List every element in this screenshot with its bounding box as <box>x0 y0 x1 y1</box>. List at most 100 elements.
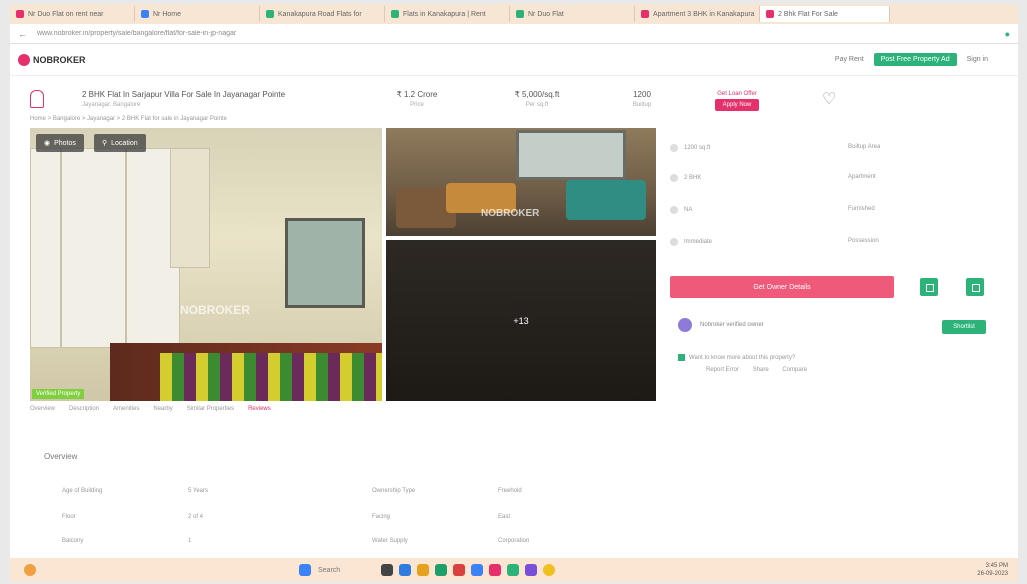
camera-icon: ◉ <box>44 140 51 147</box>
site-header: NOBROKER Pay Rent Post Free Property Ad … <box>10 44 1018 76</box>
tab-nearby[interactable]: Nearby <box>153 406 172 412</box>
app-icon[interactable] <box>435 564 447 576</box>
property-subtitle: Jayanagar, Bangalore <box>82 102 141 108</box>
shortlist-button[interactable]: Shortlist <box>942 320 986 334</box>
app-icon[interactable] <box>453 564 465 576</box>
favicon-icon <box>516 10 524 18</box>
browser-tab[interactable]: Kanakapura Road Flats for <box>260 6 385 22</box>
sign-in-link[interactable]: Sign in <box>967 56 988 63</box>
overview-value: 1 <box>188 538 192 544</box>
compare-link[interactable]: Compare <box>782 367 807 373</box>
app-icon[interactable] <box>507 564 519 576</box>
browser-tab-label: Nr Home <box>153 10 182 18</box>
calendar-icon <box>670 238 678 246</box>
browser-tab-label: Nr Duo Flat <box>528 10 564 18</box>
favicon-icon <box>266 10 274 18</box>
overview-heading: Overview <box>44 452 78 461</box>
overview-label: Ownership Type <box>372 488 416 494</box>
overview-value: 5 Years <box>188 488 209 494</box>
help-section: Want to know more about this property? R… <box>678 354 819 373</box>
detail-row: 2 BHK <box>670 174 701 182</box>
app-icon[interactable] <box>381 564 393 576</box>
overview-value: Corporation <box>498 538 530 544</box>
browser-tab-label: Flats in Kanakapura | Rent <box>403 10 486 18</box>
logo[interactable]: NOBROKER <box>18 53 86 66</box>
builtup-stat: 1200 Builtup <box>632 90 652 108</box>
share-link[interactable]: Share <box>753 367 769 373</box>
loan-offer: Get Loan Offer Apply Now <box>702 88 772 111</box>
tab-similar[interactable]: Similar Properties <box>187 406 234 412</box>
verified-badge: Verified Property <box>32 389 85 399</box>
more-photos-tile[interactable]: +13 <box>386 240 656 401</box>
app-icon[interactable] <box>489 564 501 576</box>
overview-value: Freehold <box>498 488 522 494</box>
app-icon[interactable] <box>399 564 411 576</box>
price-stat: ₹ 1.2 Crore Price <box>396 90 438 108</box>
browser-tab-label: Kanakapura Road Flats for <box>278 10 362 18</box>
checkbox-icon[interactable] <box>678 354 685 361</box>
browser-tab[interactable]: Nr Duo Flat <box>510 6 635 22</box>
logo-text: NOBROKER <box>33 54 86 65</box>
browser-tab[interactable]: Apartment 3 BHK in Kanakapura <box>635 6 760 22</box>
calendar-button-icon[interactable] <box>920 278 938 296</box>
overview-label: Age of Building <box>62 488 103 494</box>
tab-overview[interactable]: Overview <box>30 406 55 412</box>
favicon-icon <box>391 10 399 18</box>
schedule-visit-icon[interactable] <box>966 278 984 296</box>
breadcrumb[interactable]: Home > Bangalore > Jayanagar > 2 BHK Fla… <box>30 116 227 122</box>
location-button[interactable]: ⚲ Location <box>94 134 146 152</box>
taskbar-search[interactable]: Search <box>318 567 378 574</box>
shortlist-heart-icon[interactable]: ♡ <box>822 89 836 109</box>
page-tabs: Overview Description Amenities Nearby Si… <box>30 406 271 412</box>
system-clock[interactable]: 3:45 PM 26-09-2023 <box>977 562 1008 578</box>
weather-icon[interactable] <box>24 564 36 576</box>
browser-tab-label: Apartment 3 BHK in Kanakapura <box>653 10 755 18</box>
overview-label: Balcony <box>62 538 84 544</box>
report-error-link[interactable]: Report Error <box>706 367 739 373</box>
area-icon <box>670 144 678 152</box>
overview-value: 2 of 4 <box>188 514 204 520</box>
browser-tab-bar: Nr Duo Flat on rent near Nr Home Kanakapur… <box>10 4 1018 24</box>
photos-button[interactable]: ◉ Photos <box>36 134 84 152</box>
detail-row: NA <box>670 206 692 214</box>
overview-value: East <box>498 514 511 520</box>
app-icon[interactable] <box>417 564 429 576</box>
page: NOBROKER Pay Rent Post Free Property Ad … <box>10 44 1018 558</box>
detail-row: Immediate <box>670 238 712 246</box>
pay-rent-link[interactable]: Pay Rent <box>835 56 864 63</box>
tab-reviews[interactable]: Reviews <box>248 406 271 412</box>
browser-tab-label: 2 Bhk Flat For Sale <box>778 10 838 18</box>
tab-amenities[interactable]: Amenities <box>113 406 139 412</box>
furnish-icon <box>670 206 678 214</box>
property-summary: 2 BHK Flat In Sarjapur Villa For Sale In… <box>30 82 998 116</box>
logo-icon <box>18 53 30 66</box>
detail-row: 1200 sq.ft <box>670 144 710 152</box>
bhk-icon <box>670 174 678 182</box>
os-taskbar: Search 3:45 PM 26-09-2023 <box>10 558 1018 582</box>
more-photos-count: +13 <box>513 315 529 326</box>
browser-tab[interactable]: Flats in Kanakapura | Rent <box>385 6 510 22</box>
chrome-icon[interactable] <box>543 564 555 576</box>
extensions-icon[interactable]: ● <box>1005 29 1010 39</box>
favicon-icon <box>766 10 774 18</box>
location-pin-icon <box>30 90 44 108</box>
contact-owner-button[interactable]: Get Owner Details <box>670 276 894 298</box>
avatar <box>678 318 692 332</box>
favicon-icon <box>641 10 649 18</box>
browser-tab-label: Nr Duo Flat on rent near <box>28 10 104 18</box>
url-text[interactable]: www.nobroker.in/property/sale/bangalore/… <box>37 30 1005 37</box>
post-ad-button[interactable]: Post Free Property Ad <box>873 53 957 66</box>
app-icon[interactable] <box>525 564 537 576</box>
main-photo[interactable]: ◉ Photos ⚲ Location NOBROKER Verified Pr… <box>30 128 382 401</box>
map-pin-icon: ⚲ <box>102 140 108 147</box>
browser-tab[interactable]: Nr Duo Flat on rent near <box>10 6 135 22</box>
app-icon[interactable] <box>471 564 483 576</box>
back-icon[interactable]: ← <box>18 29 27 39</box>
browser-tab[interactable]: 2 Bhk Flat For Sale <box>760 6 890 22</box>
living-room-photo[interactable]: NOBROKER <box>386 128 656 236</box>
apply-now-button[interactable]: Apply Now <box>714 98 760 111</box>
address-bar[interactable]: ← www.nobroker.in/property/sale/bangalor… <box>10 24 1018 44</box>
browser-tab[interactable]: Nr Home <box>135 6 260 22</box>
tab-description[interactable]: Description <box>69 406 99 412</box>
windows-start-icon[interactable] <box>299 564 311 576</box>
